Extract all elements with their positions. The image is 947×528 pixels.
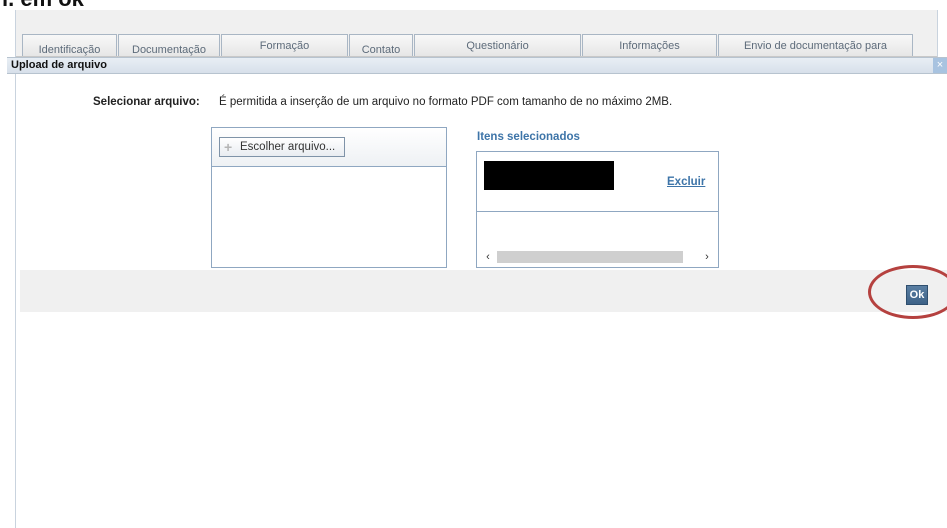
tab-questionario[interactable]: Questionário	[414, 34, 581, 56]
tab-label: Envio de documentação para	[743, 40, 888, 52]
plus-icon: +	[224, 139, 233, 155]
frame-border-left	[15, 10, 16, 528]
dialog-header: Upload de arquivo ×	[7, 57, 947, 74]
frame-border-right	[937, 10, 938, 60]
upload-info-text: É permitida a inserção de um arquivo no …	[219, 96, 673, 108]
horizontal-scrollbar[interactable]: ‹ ›	[478, 249, 717, 265]
scroll-right-icon[interactable]: ›	[700, 250, 714, 264]
tab-formacao[interactable]: Formação	[221, 34, 348, 56]
scroll-thumb[interactable]	[497, 251, 683, 263]
choose-file-button[interactable]: + Escolher arquivo...	[219, 137, 345, 157]
selected-items-panel: Excluir ‹ ›	[476, 151, 719, 268]
scroll-left-icon[interactable]: ‹	[481, 250, 495, 264]
choose-file-label: Escolher arquivo...	[240, 141, 336, 153]
tab-envio-documentacao[interactable]: Envio de documentação para	[718, 34, 913, 56]
tab-label: Questionário	[466, 40, 529, 52]
dialog-button-bar	[20, 270, 947, 312]
select-file-label: Selecionar arquivo:	[93, 96, 200, 108]
tab-label: Formação	[259, 40, 310, 52]
file-chooser-panel: + Escolher arquivo...	[211, 127, 447, 268]
delete-file-link[interactable]: Excluir	[667, 176, 705, 188]
redacted-file-name	[484, 161, 614, 190]
tab-identificacao[interactable]: Identificação	[22, 34, 117, 56]
selected-items-title: Itens selecionados	[477, 131, 580, 143]
dialog-title: Upload de arquivo	[11, 59, 107, 71]
selected-file-row: Excluir	[477, 152, 718, 212]
tab-contato[interactable]: Contato	[349, 34, 413, 56]
file-chooser-toolbar: + Escolher arquivo...	[212, 128, 446, 167]
tab-informacoes[interactable]: Informações	[582, 34, 717, 56]
tab-documentacao[interactable]: Documentação	[118, 34, 220, 56]
close-icon[interactable]: ×	[933, 58, 947, 73]
tab-label: Informações	[619, 40, 680, 52]
